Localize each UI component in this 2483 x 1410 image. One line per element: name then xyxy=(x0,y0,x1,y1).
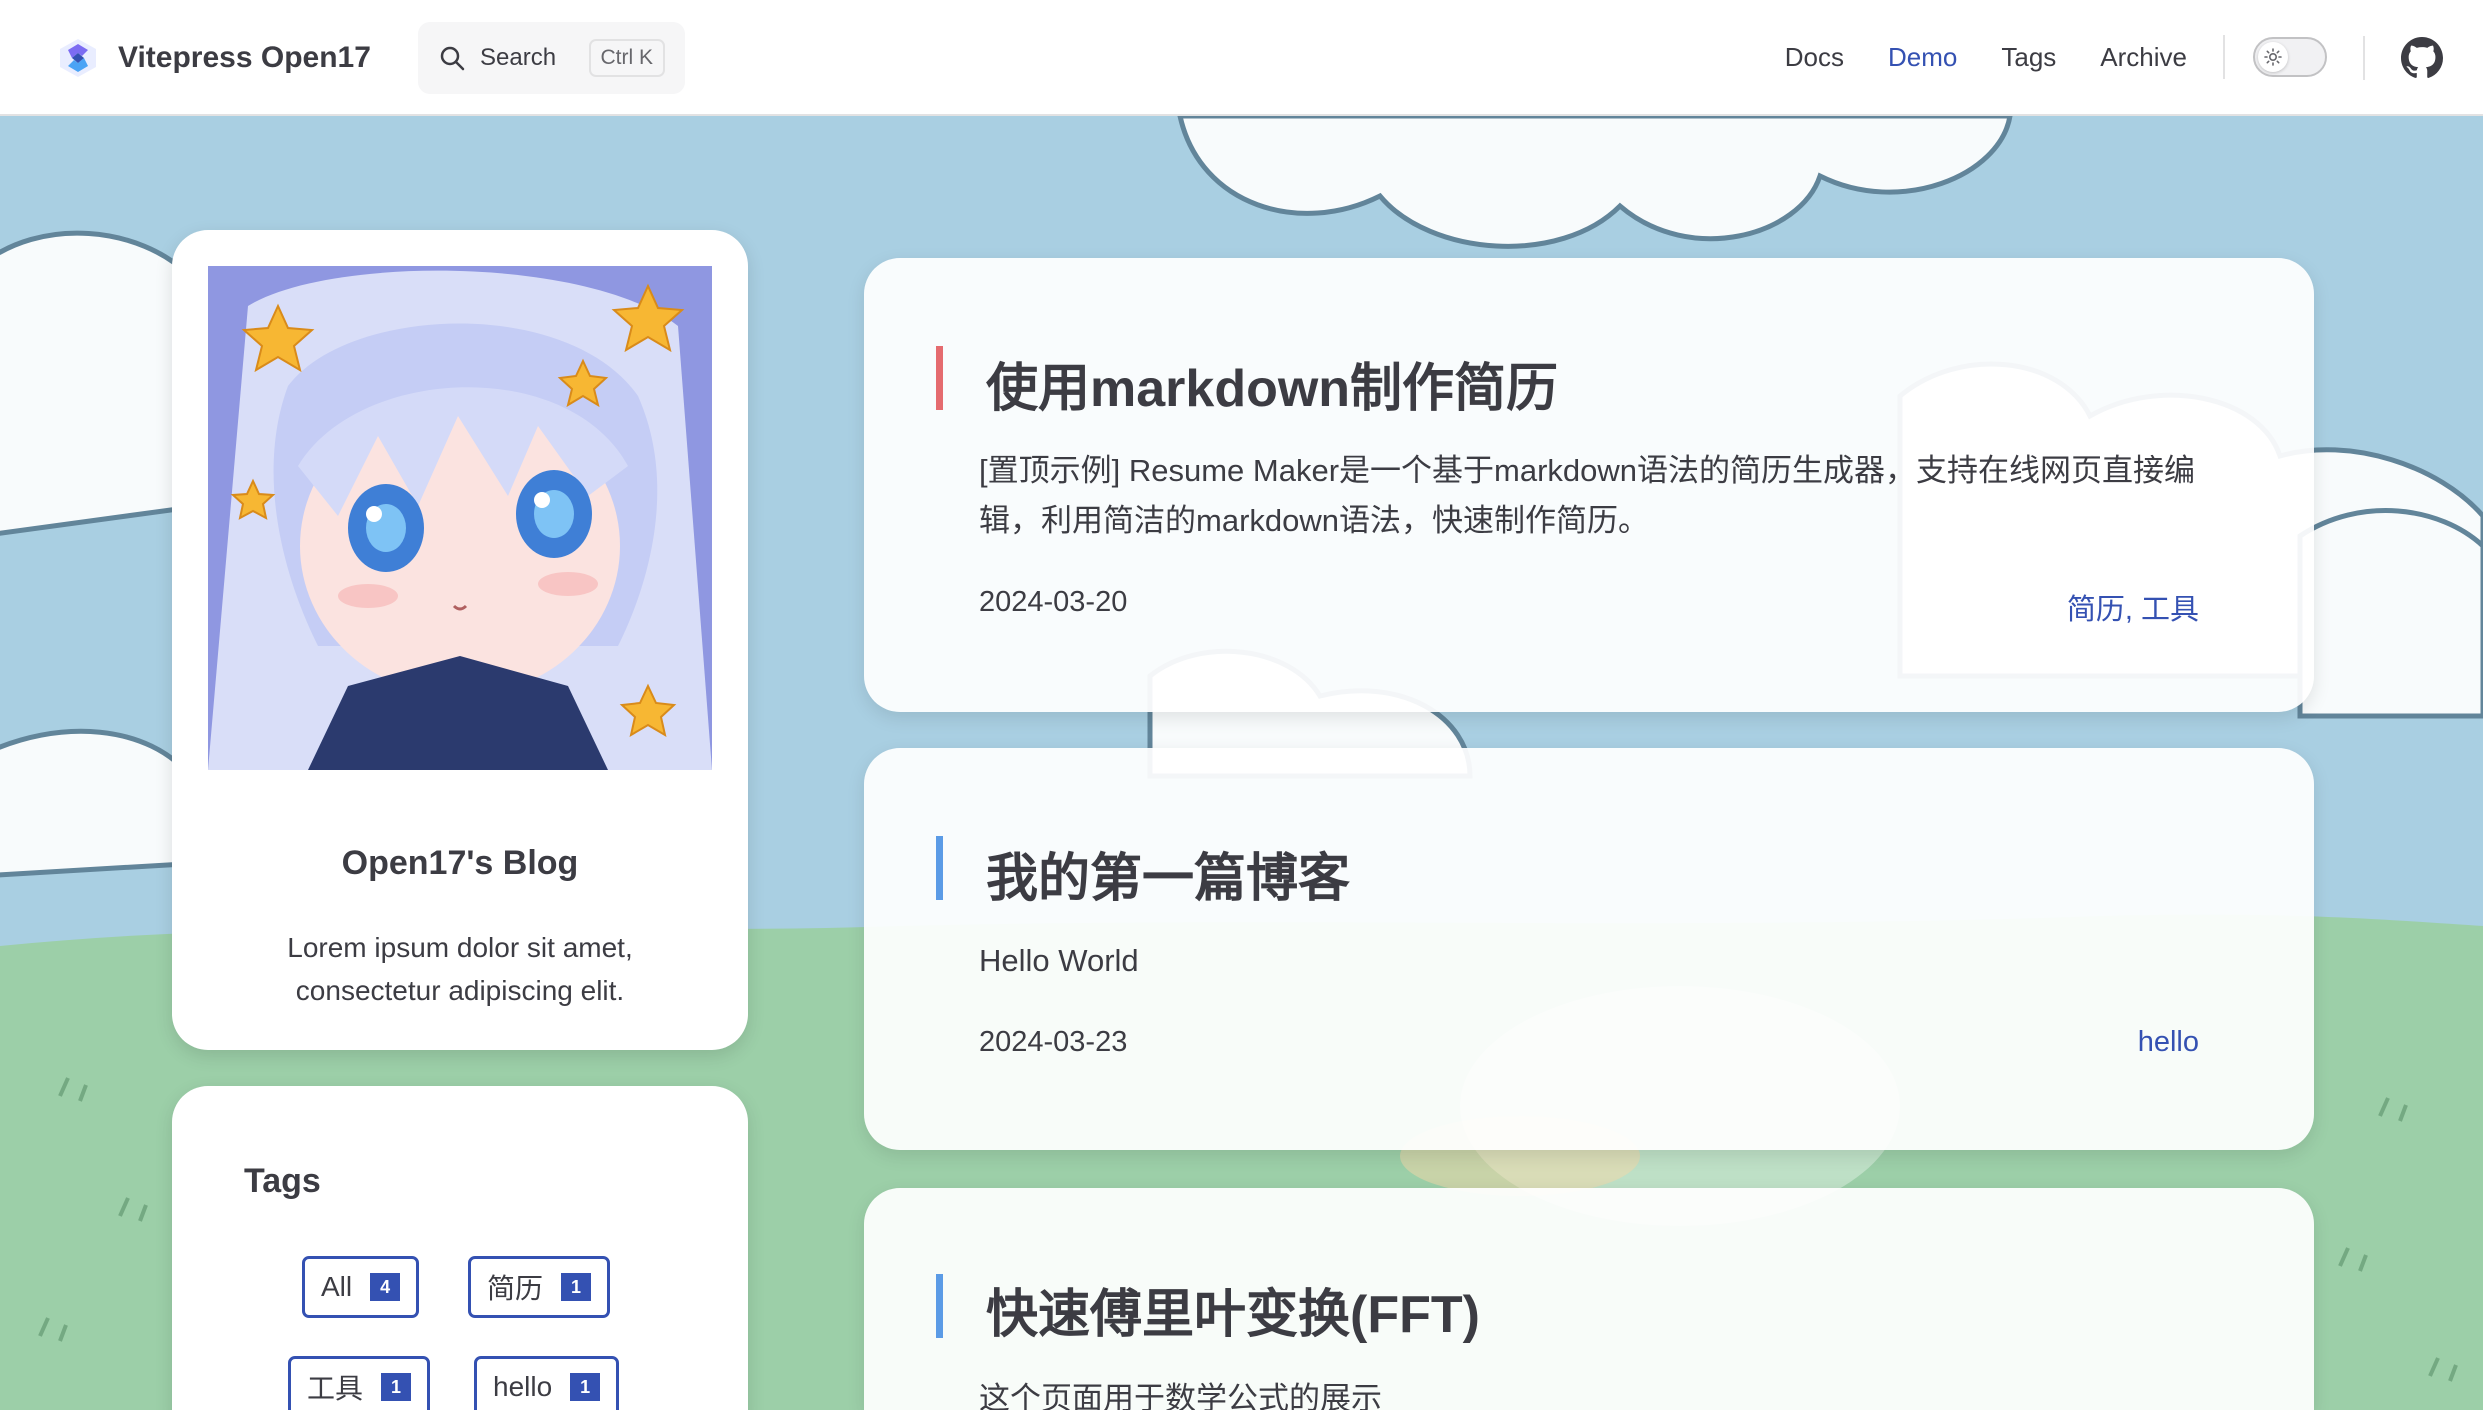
post-excerpt: 这个页面用于数学公式的展示 xyxy=(979,1381,1382,1410)
post-tags-link[interactable]: 简历, 工具 xyxy=(2067,586,2199,628)
home-link[interactable]: Vitepress Open17 xyxy=(56,30,371,86)
tag-label: 简历 xyxy=(487,1273,544,1304)
nav-divider xyxy=(2223,35,2225,79)
blog-name: Open17's Blog xyxy=(341,844,579,882)
post-accent-bar xyxy=(936,836,943,900)
nav-link-tags[interactable]: Tags xyxy=(1979,42,2078,73)
github-link[interactable] xyxy=(2401,37,2443,79)
nav-link-docs[interactable]: Docs xyxy=(1763,42,1866,73)
search-icon xyxy=(440,46,465,71)
tag-count-badge: 1 xyxy=(381,1373,412,1401)
tag-filter-all[interactable]: All 4 xyxy=(302,1256,420,1318)
post-title[interactable]: 我的第一篇博客 xyxy=(986,836,1350,911)
post-title[interactable]: 快速傅里叶变换(FFT) xyxy=(986,1272,1480,1347)
nav-divider-social xyxy=(2363,36,2365,80)
tags-card: Tags All 4 简历 1 工具 1 hello 1 xyxy=(172,1086,748,1410)
post-tags-link[interactable]: hello xyxy=(2138,1026,2199,1059)
search-label: Search xyxy=(480,44,557,71)
tag-label: hello xyxy=(493,1371,553,1402)
post-excerpt: [置顶示例] Resume Maker是一个基于markdown语法的简历生成器… xyxy=(979,453,2196,538)
post-accent-bar xyxy=(936,1274,943,1338)
post-accent-bar xyxy=(936,346,943,410)
post-card[interactable]: 快速傅里叶变换(FFT) 这个页面用于数学公式的展示 xyxy=(864,1188,2314,1410)
post-excerpt: Hello World xyxy=(979,943,1139,978)
sun-icon xyxy=(2258,42,2288,72)
tag-count-badge: 4 xyxy=(370,1273,401,1301)
tags-heading: Tags xyxy=(244,1162,321,1200)
tag-filter-hello[interactable]: hello 1 xyxy=(474,1356,620,1410)
tag-filter-resume[interactable]: 简历 1 xyxy=(468,1256,611,1318)
site-title: Vitepress Open17 xyxy=(118,41,371,74)
tag-label: All xyxy=(321,1271,353,1302)
nav-link-archive[interactable]: Archive xyxy=(2078,42,2209,73)
tag-count-badge: 1 xyxy=(561,1273,592,1301)
nav-links: Docs Demo Tags Archive xyxy=(1763,0,2327,114)
profile-card: Open17's Blog Lorem ipsum dolor sit amet… xyxy=(172,230,748,1050)
avatar xyxy=(208,266,712,770)
tag-label: 工具 xyxy=(307,1373,364,1404)
search-shortcut-hint: Ctrl K xyxy=(588,39,665,77)
post-date: 2024-03-23 xyxy=(979,1026,1128,1058)
github-icon xyxy=(2401,37,2443,78)
post-date: 2024-03-20 xyxy=(979,586,1128,618)
theme-toggle[interactable] xyxy=(2253,37,2327,77)
tag-filter-tools[interactable]: 工具 1 xyxy=(288,1356,431,1410)
post-card[interactable]: 我的第一篇博客 Hello World 2024-03-23 hello xyxy=(864,748,2314,1150)
tag-count-badge: 1 xyxy=(570,1373,601,1401)
top-navbar: Vitepress Open17 Search Ctrl K Docs Demo… xyxy=(0,0,2483,116)
nav-link-demo[interactable]: Demo xyxy=(1866,42,1979,73)
vitepress-logo-icon xyxy=(60,39,96,77)
post-card[interactable]: 使用markdown制作简历 [置顶示例] Resume Maker是一个基于m… xyxy=(864,258,2314,712)
search-button[interactable]: Search Ctrl K xyxy=(418,22,685,94)
post-title[interactable]: 使用markdown制作简历 xyxy=(986,346,1558,421)
blog-description: Lorem ipsum dolor sit amet, consectetur … xyxy=(287,932,633,1006)
